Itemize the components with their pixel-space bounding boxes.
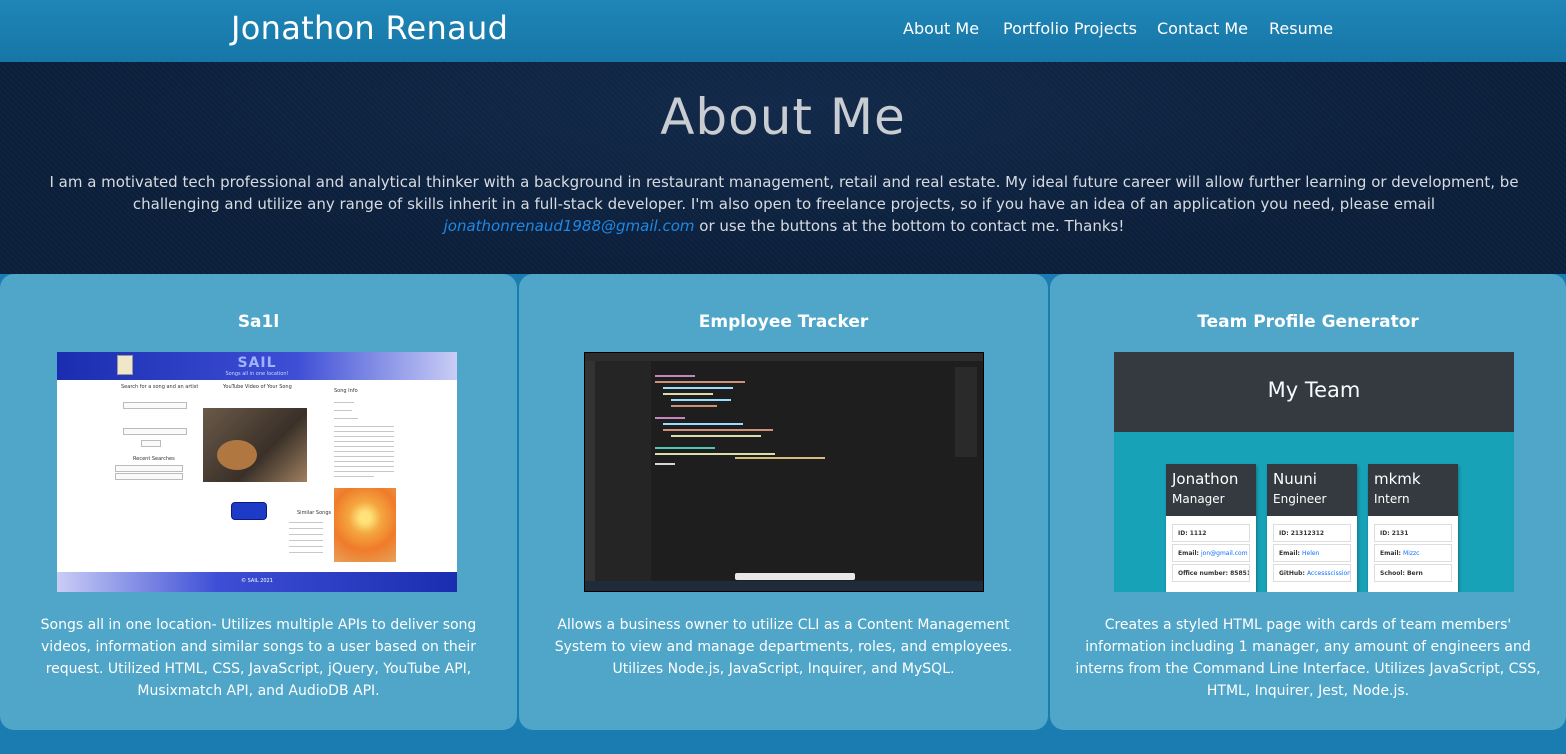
project-title: Employee Tracker <box>698 312 869 332</box>
thumb-guitar-image <box>217 440 257 470</box>
project-screenshot[interactable]: My Team Jonathon Manager ID: 1112 Email:… <box>1114 352 1514 592</box>
member-id-row: ID: 21312312 <box>1273 524 1351 542</box>
thumb-artist-field <box>123 428 187 435</box>
thumb-album-art <box>334 488 396 562</box>
about-me-paragraph: I am a motivated tech professional and a… <box>12 171 1556 237</box>
nav-link-resume[interactable]: Resume <box>1269 19 1333 38</box>
thumb-subtitle: Songs all in one location! <box>225 371 289 377</box>
nav-link-portfolio-projects[interactable]: Portfolio Projects <box>1003 19 1137 38</box>
thumb-logo: SAIL <box>237 355 277 371</box>
team-member-card: Nuuni Engineer ID: 21312312 Email: Helen… <box>1267 464 1357 592</box>
about-me-text-end: or use the buttons at the bottom to cont… <box>694 217 1125 235</box>
editor-activity-bar <box>585 361 595 583</box>
project-title: Sa1l <box>237 312 280 332</box>
thumb-similar-heading: Similar Songs <box>297 510 332 516</box>
thumb-recent-heading: Recent Searches <box>133 456 175 462</box>
about-me-text-start: I am a motivated tech professional and a… <box>49 173 1519 213</box>
project-screenshot[interactable] <box>584 352 984 592</box>
thumb-search-heading: Search for a song and an artist <box>121 384 199 390</box>
member-role: Manager <box>1172 492 1225 506</box>
member-email-row: Email: jon@gmail.com <box>1172 544 1250 562</box>
nav-link-contact-me[interactable]: Contact Me <box>1157 19 1248 38</box>
member-name: Nuuni <box>1273 470 1317 488</box>
thumb-search-button <box>141 440 161 447</box>
member-role: Intern <box>1374 492 1410 506</box>
project-card-employee-tracker: Employee Tracker Allows a business owner… <box>519 274 1048 730</box>
editor-explorer <box>595 361 651 583</box>
project-screenshot[interactable]: SAIL Songs all in one location! Search f… <box>57 352 457 592</box>
navbar: Jonathon Renaud About Me Portfolio Proje… <box>0 0 1566 62</box>
member-id-row: ID: 2131 <box>1374 524 1452 542</box>
project-description: Creates a styled HTML page with cards of… <box>1075 617 1541 699</box>
editor-notification <box>735 573 855 580</box>
thumb-play-button <box>231 502 267 520</box>
member-role: Engineer <box>1273 492 1327 506</box>
about-me-section: About Me I am a motivated tech professio… <box>0 62 1566 274</box>
project-description: Songs all in one location- Utilizes mult… <box>40 617 477 699</box>
member-github-row: GitHub: Accessscission <box>1273 564 1351 582</box>
thumb-title: My Team <box>1267 378 1361 402</box>
project-card-team-profile-generator: Team Profile Generator My Team Jonathon … <box>1050 274 1566 730</box>
team-member-card: Jonathon Manager ID: 1112 Email: jon@gma… <box>1166 464 1256 592</box>
project-description: Allows a business owner to utilize CLI a… <box>554 617 1013 677</box>
member-email-row: Email: Helen <box>1273 544 1351 562</box>
member-school-row: School: Bern <box>1374 564 1452 582</box>
thumb-recent-item <box>115 473 183 480</box>
member-id-row: ID: 1112 <box>1172 524 1250 542</box>
brand-link[interactable]: Jonathon Renaud <box>231 9 508 47</box>
thumb-video-heading: YouTube Video of Your Song <box>223 384 292 390</box>
thumb-footer-text: © SAIL 2021 <box>241 578 273 584</box>
windows-taskbar <box>585 581 983 591</box>
project-title: Team Profile Generator <box>1197 312 1419 332</box>
bottom-strip <box>0 732 1566 754</box>
email-link[interactable]: jonathonrenaud1988@gmail.com <box>444 217 695 235</box>
team-member-card: mkmk Intern ID: 2131 Email: Mizzc School… <box>1368 464 1458 592</box>
project-card-sail: Sa1l SAIL Songs all in one location! Sea… <box>0 274 517 730</box>
editor-title-bar <box>585 353 983 361</box>
member-name: mkmk <box>1374 470 1421 488</box>
thumb-recent-item <box>115 465 183 472</box>
thumb-song-field <box>123 402 187 409</box>
member-name: Jonathon <box>1172 470 1239 488</box>
nav-link-about-me[interactable]: About Me <box>903 19 979 38</box>
about-me-heading: About Me <box>660 88 906 146</box>
thumb-song-info-heading: Song Info <box>334 388 358 394</box>
thumb-video <box>203 408 307 482</box>
editor-minimap <box>955 367 977 457</box>
member-office-row: Office number: 8585196715 <box>1172 564 1250 582</box>
member-email-row: Email: Mizzc <box>1374 544 1452 562</box>
